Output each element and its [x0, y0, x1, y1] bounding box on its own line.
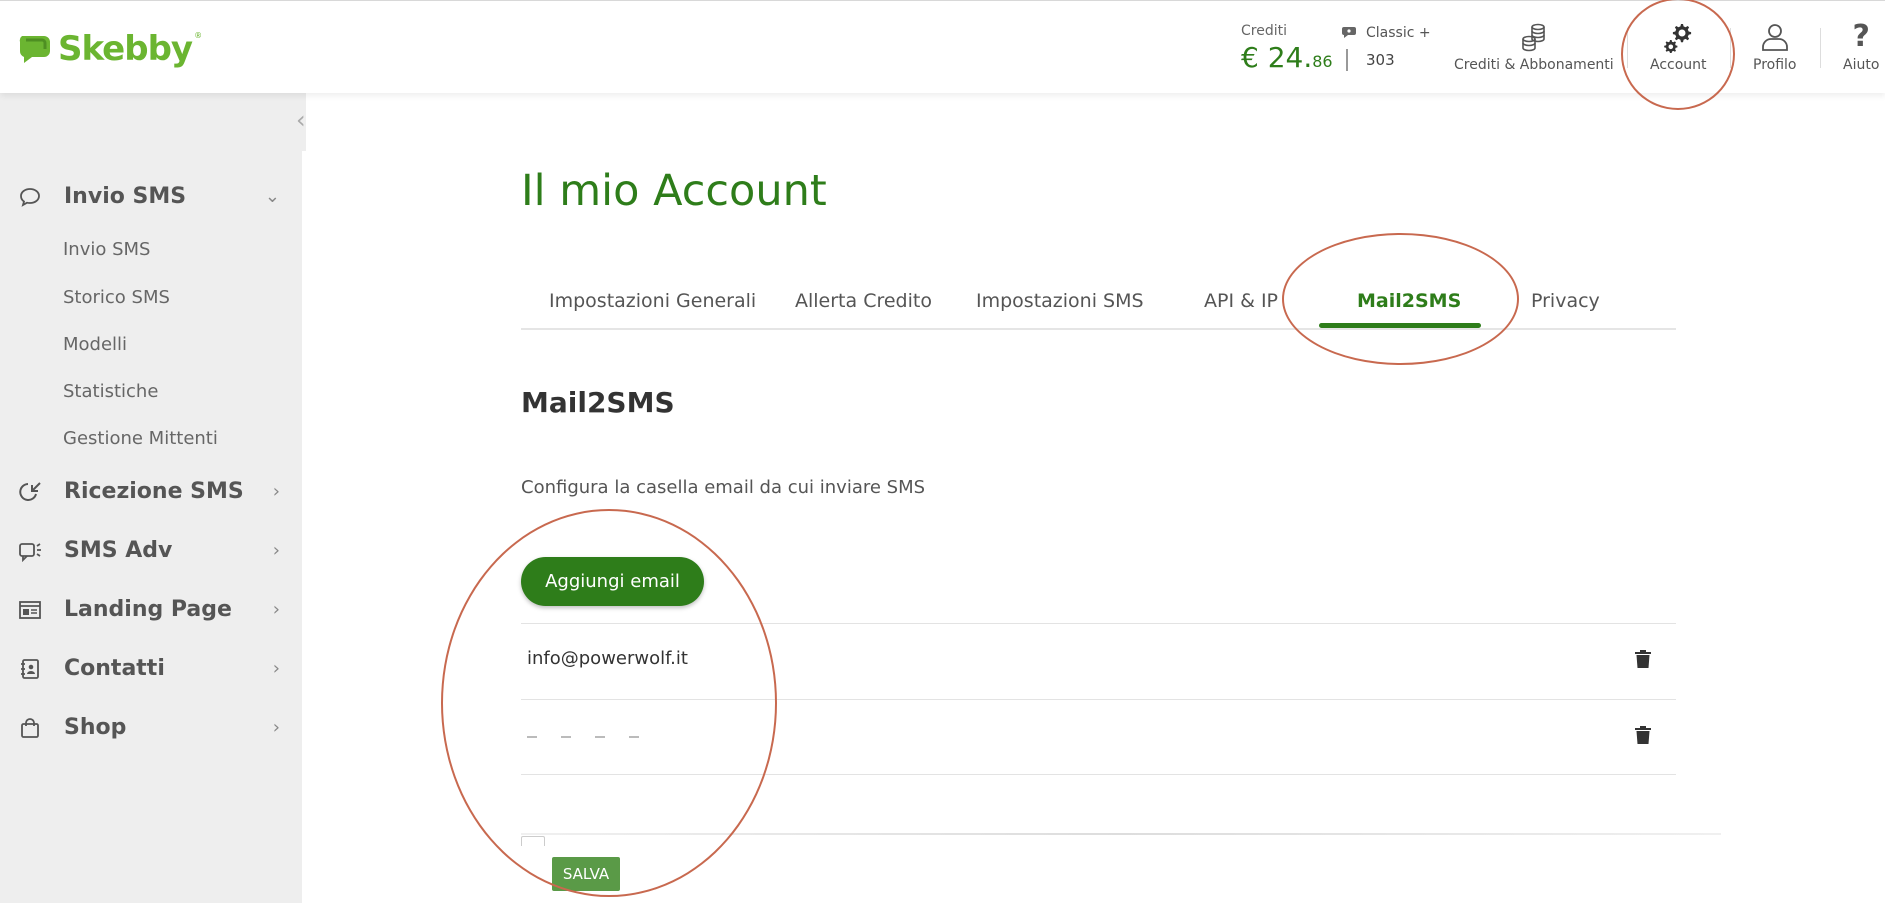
account-tabs: Impostazioni Generali Allerta Credito Im…	[521, 280, 1676, 330]
top-header: Skebby ® Crediti € 24.86 Classic + 303 C…	[0, 0, 1885, 93]
chevron-right-icon: ›	[272, 658, 280, 679]
logo-text: Skebby	[58, 29, 193, 69]
sidebar-subitem-gestione-mittenti[interactable]: Gestione Mittenti	[63, 428, 218, 449]
divider	[1820, 28, 1821, 68]
tab-mail2sms[interactable]: Mail2SMS	[1357, 290, 1461, 312]
classic-plan-value: 303	[1366, 51, 1395, 69]
classic-plan-label: Classic +	[1366, 25, 1431, 41]
credits-widget[interactable]: Crediti € 24.86	[1241, 23, 1333, 74]
sidebar-label: Contatti	[64, 656, 165, 681]
section-description: Configura la casella email da cui inviar…	[521, 477, 926, 498]
credits-integer: € 24.	[1241, 41, 1313, 74]
eye-icon	[1342, 26, 1356, 41]
nav-account[interactable]: Account	[1650, 21, 1707, 73]
nav-label: Account	[1650, 57, 1707, 73]
megaphone-icon	[18, 539, 42, 563]
trash-icon[interactable]	[1634, 649, 1652, 673]
tab-allerta-credito[interactable]: Allerta Credito	[795, 290, 932, 312]
nav-label: Crediti & Abbonamenti	[1454, 57, 1614, 73]
registered-mark: ®	[194, 31, 203, 40]
chevron-right-icon: ›	[272, 540, 280, 561]
nav-label: Profilo	[1753, 57, 1797, 73]
nav-profilo[interactable]: Profilo	[1753, 21, 1796, 73]
receive-icon	[18, 480, 42, 504]
sidebar-subitem-statistiche[interactable]: Statistiche	[63, 381, 158, 402]
chat-bubble-icon	[18, 185, 42, 209]
tab-privacy[interactable]: Privacy	[1531, 290, 1600, 312]
sidebar-subitem-invio-sms[interactable]: Invio SMS	[63, 239, 151, 260]
sidebar-label: Invio SMS	[64, 184, 187, 209]
credits-label: Crediti	[1241, 23, 1287, 39]
tab-impostazioni-generali[interactable]: Impostazioni Generali	[549, 290, 756, 312]
classic-plan-widget[interactable]: Classic + 303	[1342, 25, 1431, 71]
add-email-button[interactable]: Aggiungi email	[521, 557, 704, 606]
chevron-right-icon: ›	[272, 599, 280, 620]
sidebar-label: Landing Page	[64, 597, 232, 622]
gear-icon	[1664, 24, 1692, 53]
page-title: Il mio Account	[521, 166, 827, 216]
sidebar-item-landing-page[interactable]: Landing Page ›	[18, 597, 280, 622]
sidebar-label: Ricezione SMS	[64, 479, 244, 504]
page-icon	[18, 598, 42, 622]
sidebar-subitem-storico-sms[interactable]: Storico SMS	[63, 287, 170, 308]
active-tab-indicator	[1319, 323, 1481, 328]
nav-crediti-abbonamenti[interactable]: Crediti & Abbonamenti	[1454, 21, 1614, 73]
sidebar-item-contatti[interactable]: Contatti ›	[18, 656, 280, 681]
sidebar-item-invio-sms[interactable]: Invio SMS ⌄	[18, 184, 280, 209]
help-icon: ?	[1852, 19, 1870, 54]
sidebar-subitem-modelli[interactable]: Modelli	[63, 334, 127, 355]
save-button[interactable]: SALVA	[552, 857, 620, 891]
list-item	[521, 699, 1676, 775]
tab-api-ip[interactable]: API & IP	[1204, 290, 1278, 312]
collapse-sidebar-chevron-icon[interactable]: ‹	[296, 106, 306, 134]
chevron-down-icon: ⌄	[264, 186, 280, 207]
sidebar-item-shop[interactable]: Shop ›	[18, 715, 280, 740]
user-icon	[1761, 24, 1788, 51]
chevron-right-icon: ›	[272, 481, 280, 502]
redacted-email	[527, 736, 737, 740]
list-item: info@powerwolf.it	[521, 623, 1676, 699]
tab-impostazioni-sms[interactable]: Impostazioni SMS	[976, 290, 1144, 312]
chevron-right-icon: ›	[272, 717, 280, 738]
coins-icon	[1522, 23, 1545, 52]
section-title: Mail2SMS	[521, 386, 675, 419]
sidebar-item-sms-adv[interactable]: SMS Adv ›	[18, 538, 280, 563]
checkbox[interactable]	[521, 836, 545, 846]
shopping-bag-icon	[18, 716, 42, 740]
email-list: info@powerwolf.it	[521, 623, 1676, 775]
divider	[1627, 28, 1628, 68]
speech-bubble-logo-icon	[18, 34, 54, 64]
divider	[1730, 28, 1731, 68]
skebby-logo[interactable]: Skebby ®	[18, 29, 202, 69]
nav-label: Aiuto	[1843, 57, 1880, 73]
credits-decimal: 86	[1312, 52, 1333, 71]
divider	[1346, 49, 1348, 71]
contacts-icon	[18, 657, 42, 681]
footer-divider	[521, 833, 1721, 835]
sidebar-label: SMS Adv	[64, 538, 173, 563]
sidebar-label: Shop	[64, 715, 127, 740]
credits-value: € 24.86	[1241, 41, 1333, 74]
email-address: info@powerwolf.it	[527, 648, 688, 669]
nav-aiuto[interactable]: ? Aiuto	[1843, 19, 1880, 74]
trash-icon[interactable]	[1634, 725, 1652, 749]
sidebar-item-ricezione-sms[interactable]: Ricezione SMS ›	[18, 479, 280, 504]
